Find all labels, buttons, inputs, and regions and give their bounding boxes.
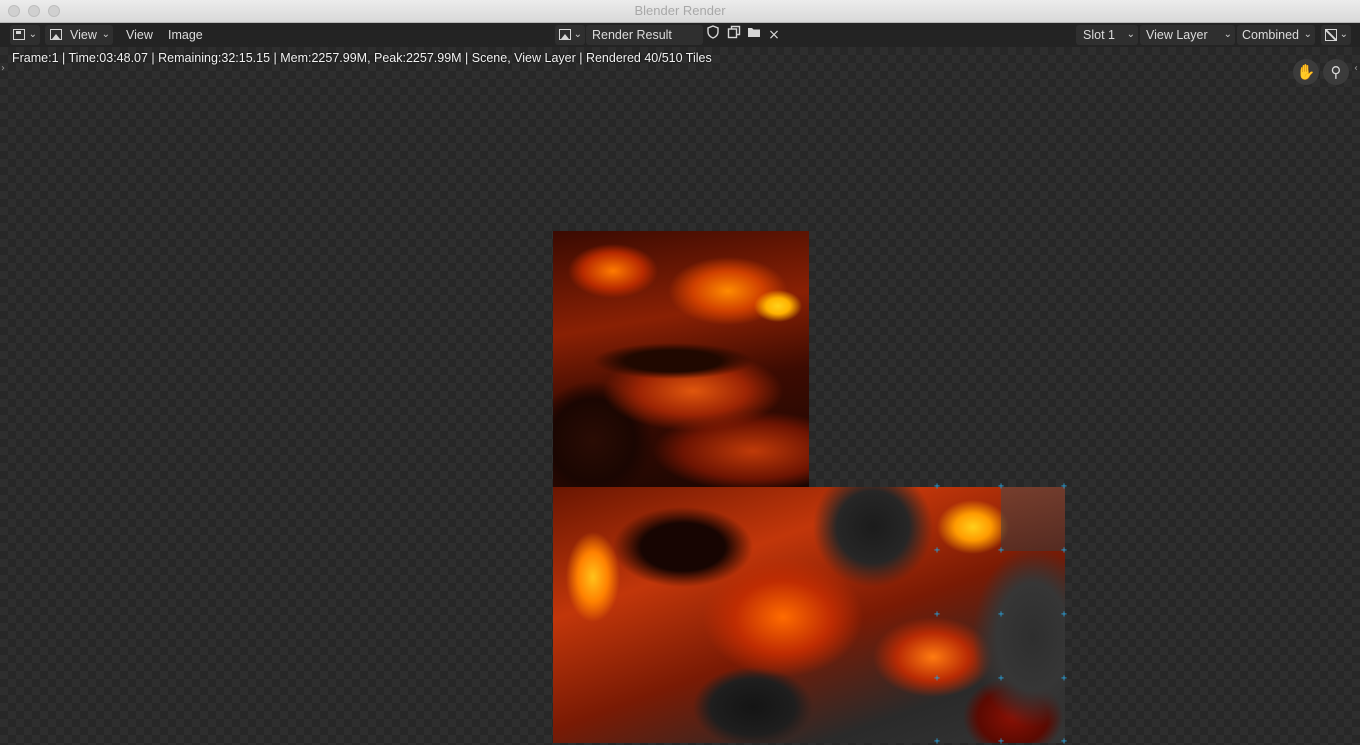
render-pass-dropdown[interactable]: Combined ⌄: [1237, 25, 1315, 45]
chevron-down-icon: ⌄: [101, 29, 110, 40]
render-pass-label: Combined: [1242, 28, 1299, 42]
display-channels-icon: [1325, 29, 1337, 41]
title-bar: Blender Render: [0, 0, 1360, 23]
chevron-down-icon: ⌄: [1339, 29, 1348, 40]
tile-corner-marker: +: [933, 545, 941, 556]
tile-corner-marker: +: [997, 545, 1005, 556]
tile-corner-marker: +: [1060, 481, 1068, 492]
chevron-down-icon: ⌄: [1303, 29, 1312, 40]
chevron-down-icon: ⌄: [1223, 29, 1232, 40]
rendered-tile-region: [553, 231, 809, 487]
menu-image[interactable]: Image: [162, 25, 209, 45]
tile-corner-marker: +: [933, 736, 941, 745]
tile-corner-marker: +: [933, 609, 941, 620]
chevron-down-icon: ⌄: [573, 29, 582, 40]
image-editor-icon: [13, 29, 25, 40]
slot-dropdown[interactable]: Slot 1 ⌄: [1076, 25, 1138, 45]
sidebar-expand-arrow[interactable]: ‹: [1354, 63, 1358, 74]
close-icon[interactable]: ×: [765, 25, 783, 45]
image-icon: [50, 29, 62, 40]
duplicate-icon[interactable]: [725, 25, 743, 45]
tile-corner-marker: +: [933, 673, 941, 684]
display-channels-dropdown[interactable]: ⌄: [1321, 25, 1351, 45]
blender-window: Blender Render ⌄ View ⌄ View Image ⌄ Ren…: [0, 0, 1360, 745]
toolbar-expand-arrow[interactable]: ›: [1, 63, 5, 74]
tile-corner-marker: +: [997, 609, 1005, 620]
chevron-down-icon: ⌄: [28, 29, 37, 40]
active-tile: [1001, 487, 1065, 551]
zoom-icon[interactable]: ⚲: [1323, 59, 1349, 85]
tile-corner-marker: +: [997, 481, 1005, 492]
slot-label: Slot 1: [1083, 28, 1115, 42]
tile-corner-marker: +: [1060, 609, 1068, 620]
tile-corner-marker: +: [1060, 736, 1068, 745]
image-viewport[interactable]: Frame:1 | Time:03:48.07 | Remaining:32:1…: [0, 47, 1360, 745]
render-result-image: + + + + + + + + + + + + + + +: [553, 231, 1067, 745]
shield-icon[interactable]: [704, 25, 722, 45]
chevron-down-icon: ⌄: [1126, 29, 1135, 40]
mode-dropdown[interactable]: View ⌄: [45, 25, 113, 45]
tile-corner-marker: +: [933, 481, 941, 492]
image-icon: [559, 29, 571, 40]
tile-corner-marker: +: [1060, 673, 1068, 684]
editor-type-dropdown[interactable]: ⌄: [10, 25, 40, 45]
view-layer-dropdown[interactable]: View Layer ⌄: [1140, 25, 1235, 45]
mode-label: View: [70, 28, 97, 42]
folder-icon[interactable]: [745, 25, 763, 45]
rendered-tile-region: [553, 487, 1065, 743]
hand-icon[interactable]: ✋: [1293, 59, 1319, 85]
image-editor-header: ⌄ View ⌄ View Image ⌄ Render Result × Sl…: [0, 23, 1360, 47]
menu-view[interactable]: View: [120, 25, 159, 45]
tile-corner-marker: +: [1060, 545, 1068, 556]
render-stats-text: Frame:1 | Time:03:48.07 | Remaining:32:1…: [12, 51, 712, 65]
image-name-field[interactable]: Render Result: [586, 25, 703, 45]
tile-corner-marker: +: [997, 673, 1005, 684]
tile-corner-marker: +: [997, 736, 1005, 745]
window-title: Blender Render: [634, 3, 726, 18]
view-layer-label: View Layer: [1146, 28, 1208, 42]
browse-image-dropdown[interactable]: ⌄: [555, 25, 585, 45]
